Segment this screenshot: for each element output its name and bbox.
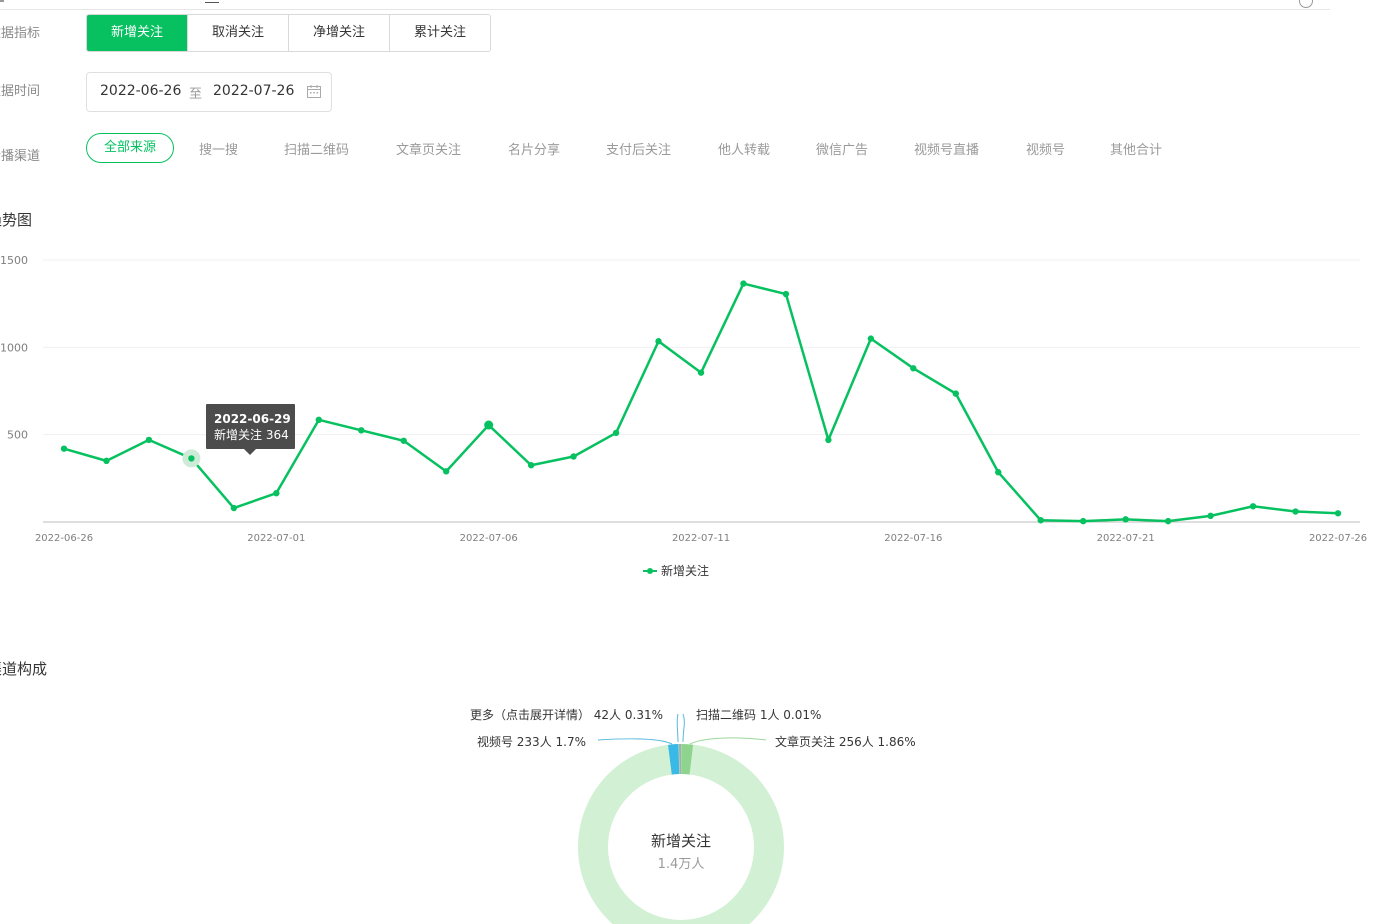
data-point[interactable] [358, 427, 365, 434]
data-point[interactable] [484, 420, 494, 430]
y-tick-label: 1000 [0, 341, 28, 354]
x-tick-label: 2022-07-01 [247, 533, 305, 544]
data-point[interactable] [1164, 517, 1172, 525]
help-icon[interactable] [1299, 0, 1313, 8]
data-point[interactable] [60, 445, 68, 452]
top-bar-fragment [0, 0, 4, 2]
data-point[interactable] [273, 489, 280, 497]
metric-net-follow-button[interactable]: 净增关注 [288, 15, 389, 51]
data-point[interactable] [145, 436, 153, 444]
x-tick-label: 2022-07-21 [1097, 533, 1155, 544]
metric-total-follow-button[interactable]: 累计关注 [389, 15, 490, 51]
channel-all-sources[interactable]: 全部来源 [86, 133, 174, 163]
data-point[interactable] [867, 335, 875, 342]
data-point[interactable] [740, 280, 747, 287]
channel-donut-chart[interactable]: 更多（点击展开详情） 42人 0.31% 扫描二维码 1人 0.01% 视频号 23… [420, 700, 960, 924]
end-date[interactable]: 2022-07-26 [213, 83, 294, 99]
data-point[interactable] [825, 436, 832, 444]
tooltip-date: 2022-06-29 [214, 412, 291, 426]
top-bar-fragment [205, 2, 219, 3]
label-article: 文章页关注 256人 1.86% [775, 734, 916, 749]
label-more: 更多（点击展开详情） 42人 0.31% [470, 707, 663, 722]
label-qrcode: 扫描二维码 1人 0.01% [696, 708, 821, 722]
leader-more [676, 713, 679, 743]
legend-label: 新增关注 [661, 563, 709, 578]
metric-segmented-control: 新增关注 取消关注 净增关注 累计关注 [86, 14, 491, 52]
trend-title: 趋势图 [0, 211, 33, 229]
channel-card-share[interactable]: 名片分享 [508, 139, 560, 158]
channel-label: 传播渠道 [0, 149, 41, 164]
top-bar [0, 0, 1330, 10]
channel-repost[interactable]: 他人转载 [718, 139, 770, 158]
channel-search[interactable]: 搜一搜 [199, 139, 238, 158]
channel-composition-title: 渠道构成 [0, 660, 48, 678]
calendar-icon[interactable] [307, 85, 321, 98]
data-point[interactable] [1037, 517, 1044, 524]
tooltip: 2022-06-29新增关注 364 [206, 404, 295, 455]
metric-label: 数据指标 [0, 26, 41, 41]
data-point[interactable] [400, 437, 407, 444]
channel-other[interactable]: 其他合计 [1110, 139, 1162, 158]
data-point[interactable] [1292, 508, 1299, 515]
y-tick-label: 1500 [0, 254, 28, 267]
x-tick-label: 2022-06-26 [35, 533, 93, 544]
time-label: 数据时间 [0, 84, 41, 99]
x-tick-label: 2022-07-11 [672, 533, 730, 544]
leader-article [689, 737, 767, 745]
channel-video-live[interactable]: 视频号直播 [914, 139, 979, 158]
channel-qrcode[interactable]: 扫描二维码 [284, 139, 349, 158]
label-video: 视频号 233人 1.7% [477, 734, 586, 749]
y-tick-label: 500 [7, 429, 28, 442]
data-point[interactable] [1249, 503, 1257, 510]
data-point[interactable] [1080, 517, 1087, 525]
data-point[interactable] [612, 429, 620, 437]
data-point[interactable] [527, 462, 535, 469]
date-separator: 至 [189, 87, 203, 102]
tooltip-box [206, 404, 295, 449]
data-point[interactable] [697, 369, 705, 376]
data-point[interactable] [230, 504, 238, 512]
data-point[interactable] [188, 455, 195, 462]
metric-new-follow-button[interactable]: 新增关注 [87, 15, 187, 51]
x-tick-label: 2022-07-16 [884, 533, 942, 544]
date-range-picker[interactable]: 2022-06-26 至 2022-07-26 [86, 72, 332, 112]
tooltip-value: 新增关注 364 [214, 427, 289, 442]
channel-video[interactable]: 视频号 [1026, 139, 1065, 158]
data-point[interactable] [1207, 512, 1214, 520]
x-tick-label: 2022-07-06 [460, 533, 518, 544]
data-point[interactable] [952, 390, 959, 397]
leader-video [597, 738, 673, 745]
x-tick-label: 2022-07-26 [1309, 533, 1367, 544]
legend[interactable]: 新增关注 [643, 563, 709, 578]
data-point[interactable] [443, 468, 450, 475]
trend-line-chart[interactable]: 500 1000 1500 2022-06-26 2022-07-01 2022-07-0… [0, 240, 1398, 590]
data-point[interactable] [570, 453, 577, 460]
leader-qrcode [682, 713, 685, 743]
data-point[interactable] [655, 338, 662, 345]
start-date[interactable]: 2022-06-26 [100, 83, 181, 99]
data-point[interactable] [910, 365, 917, 372]
data-point[interactable] [995, 469, 1002, 476]
data-point[interactable] [1334, 510, 1342, 517]
channel-after-payment[interactable]: 支付后关注 [606, 139, 671, 158]
metric-unfollow-button[interactable]: 取消关注 [187, 15, 288, 51]
data-point[interactable] [782, 290, 790, 298]
channel-article[interactable]: 文章页关注 [396, 139, 461, 158]
data-point[interactable] [315, 416, 322, 424]
donut-center-value: 1.4万人 [658, 857, 705, 872]
donut-center-label: 新增关注 [651, 832, 711, 850]
series-line [63, 282, 1339, 523]
data-point[interactable] [103, 457, 110, 465]
data-point[interactable] [1122, 516, 1129, 523]
tooltip-pointer [244, 449, 256, 455]
channel-wechat-ads[interactable]: 微信广告 [816, 139, 868, 158]
legend-marker [647, 568, 653, 574]
